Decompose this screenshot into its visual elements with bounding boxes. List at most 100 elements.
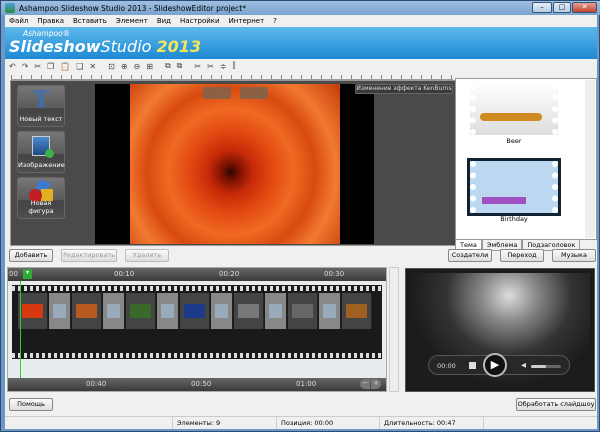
toolbar: ↶ ↷ ✂ ❐ 📋 ❑ ✕ ⊡ ⊕ ⊖ ⊞ ⧉ ⧉ ✂ ✂ ≑ ⫿ xyxy=(5,59,597,73)
status-duration: Длительность: 00:47 xyxy=(380,417,484,429)
clip-thumbnail xyxy=(269,304,282,318)
slide-image[interactable] xyxy=(130,84,340,244)
tick-label: 00:50 xyxy=(191,380,212,388)
playhead-marker-icon[interactable]: ▾ xyxy=(23,269,32,279)
image-icon xyxy=(32,136,54,158)
menu-internet[interactable]: Интернет xyxy=(229,17,265,27)
app-window: Ashampoo Slideshow Studio 2013 - Slidesh… xyxy=(0,0,600,432)
zoom-in-icon[interactable]: ⊕ xyxy=(121,62,128,71)
copy-icon[interactable]: ❐ xyxy=(47,62,54,71)
image-button[interactable]: Изображение xyxy=(17,131,65,173)
clip-transition[interactable] xyxy=(265,293,287,329)
status-bar: Элементы: 9 Позиция: 00:00 Длительность:… xyxy=(5,416,597,429)
clip-photo[interactable] xyxy=(234,293,264,329)
add-button[interactable]: Добавить xyxy=(9,249,53,262)
clip-thumbnail xyxy=(53,304,66,318)
timeline-top-ruler: 00 ▾ 00:10 00:20 00:30 xyxy=(8,268,386,281)
menu-element[interactable]: Элемент xyxy=(116,17,148,27)
slide-canvas[interactable] xyxy=(95,84,374,244)
menu-insert[interactable]: Вставить xyxy=(73,17,107,27)
help-button[interactable]: Помощь xyxy=(9,398,53,411)
align-vertical-icon[interactable]: ≑ xyxy=(220,62,227,71)
status-empty xyxy=(5,417,173,429)
previous-slide-button[interactable] xyxy=(203,87,231,99)
zoom-out-icon[interactable]: ⊖ xyxy=(134,62,141,71)
zoom-full-icon[interactable]: ⊞ xyxy=(146,62,153,71)
transition-button[interactable]: Переход xyxy=(500,249,544,262)
minimize-button[interactable]: – xyxy=(532,2,552,13)
clip-thumbnail xyxy=(76,304,97,318)
menu-bar: Файл Правка Вставить Элемент Вид Настрой… xyxy=(5,15,597,27)
zoom-in-button[interactable]: + xyxy=(371,379,381,389)
theme-beer-thumbnail[interactable] xyxy=(470,83,558,135)
status-elements: Элементы: 9 xyxy=(173,417,277,429)
theme-beer-label: Beer xyxy=(506,137,522,145)
paste-icon[interactable]: 📋 xyxy=(60,62,70,71)
play-button[interactable]: ▶ xyxy=(483,353,507,377)
close-button[interactable]: ✕ xyxy=(572,2,597,13)
tick-label: 00 xyxy=(9,270,18,278)
ungroup-icon[interactable]: ⧉ xyxy=(177,61,183,71)
tick-label: 00:30 xyxy=(324,270,345,278)
align-horizontal-icon[interactable]: ⫿ xyxy=(232,61,235,71)
zoom-fit-icon[interactable]: ⊡ xyxy=(108,62,115,71)
credits-button[interactable]: Создатели xyxy=(448,249,492,262)
clip-photo[interactable] xyxy=(126,293,156,329)
undo-icon[interactable]: ↶ xyxy=(9,62,16,71)
clip-photo[interactable] xyxy=(72,293,102,329)
render-slideshow-button[interactable]: Обработать слайдшоу xyxy=(516,398,596,411)
clip-photo[interactable] xyxy=(342,293,372,329)
client-area: Файл Правка Вставить Элемент Вид Настрой… xyxy=(5,15,597,429)
delete-button[interactable]: Удалить xyxy=(125,249,169,262)
menu-file[interactable]: Файл xyxy=(9,17,28,27)
tick-label: 01:00 xyxy=(296,380,317,388)
maximize-button[interactable]: □ xyxy=(553,2,571,13)
film-strip xyxy=(12,285,382,359)
kenburns-button[interactable]: Изменение эффекта KenBurns xyxy=(355,84,453,94)
delete-icon[interactable]: ✕ xyxy=(89,62,96,71)
playhead[interactable] xyxy=(20,281,21,379)
brand-logo: SlideshowStudio 2013 xyxy=(9,37,202,56)
status-position: Позиция: 00:00 xyxy=(277,417,380,429)
clip-transition[interactable] xyxy=(211,293,233,329)
zoom-out-button[interactable]: − xyxy=(360,379,370,389)
stop-button[interactable] xyxy=(469,362,476,369)
clip-transition[interactable] xyxy=(319,293,341,329)
clip-transition[interactable] xyxy=(49,293,71,329)
theme-scrollbar[interactable] xyxy=(585,80,595,238)
menu-view[interactable]: Вид xyxy=(157,17,171,27)
menu-help[interactable]: ? xyxy=(273,17,277,27)
new-shape-button[interactable]: Новая фигура xyxy=(17,177,65,219)
window-title: Ashampoo Slideshow Studio 2013 - Slidesh… xyxy=(19,4,246,13)
menu-settings[interactable]: Настройки xyxy=(180,17,220,27)
clip-transition[interactable] xyxy=(103,293,125,329)
edit-button[interactable]: Редактировать xyxy=(61,249,117,262)
trim-icon[interactable]: ✂ xyxy=(207,62,214,71)
tick-label: 00:10 xyxy=(114,270,135,278)
group-icon[interactable]: ⧉ xyxy=(165,61,171,71)
redo-icon[interactable]: ↷ xyxy=(22,62,29,71)
next-slide-button[interactable] xyxy=(240,87,268,99)
music-button[interactable]: Музыка xyxy=(552,249,596,262)
clip-photo[interactable] xyxy=(288,293,318,329)
cut-icon[interactable]: ✂ xyxy=(34,62,41,71)
timeline[interactable]: 00 ▾ 00:10 00:20 00:30 00:40 00:50 01:00… xyxy=(7,267,387,392)
clip-photo[interactable] xyxy=(18,293,48,329)
theme-birthday-thumbnail[interactable] xyxy=(470,161,558,213)
clip-photo[interactable] xyxy=(180,293,210,329)
clip-transition[interactable] xyxy=(157,293,179,329)
brand-banner: Ashampoo® SlideshowStudio 2013 xyxy=(5,27,597,59)
menu-edit[interactable]: Правка xyxy=(37,17,64,27)
split-icon[interactable]: ✂ xyxy=(194,62,201,71)
duplicate-icon[interactable]: ❑ xyxy=(76,62,83,71)
theme-birthday-label: Birthday xyxy=(500,215,528,223)
clip-thumbnail xyxy=(22,304,43,318)
volume-slider[interactable] xyxy=(531,365,561,368)
volume-icon: ◀ xyxy=(521,361,526,369)
title-bar: Ashampoo Slideshow Studio 2013 - Slidesh… xyxy=(1,1,600,15)
clip-thumbnail xyxy=(323,304,336,318)
clip-thumbnail xyxy=(107,304,120,318)
new-text-button[interactable]: T Новый текст xyxy=(17,85,65,127)
clip-thumbnail xyxy=(161,304,174,318)
timeline-scrollbar[interactable] xyxy=(389,267,399,392)
